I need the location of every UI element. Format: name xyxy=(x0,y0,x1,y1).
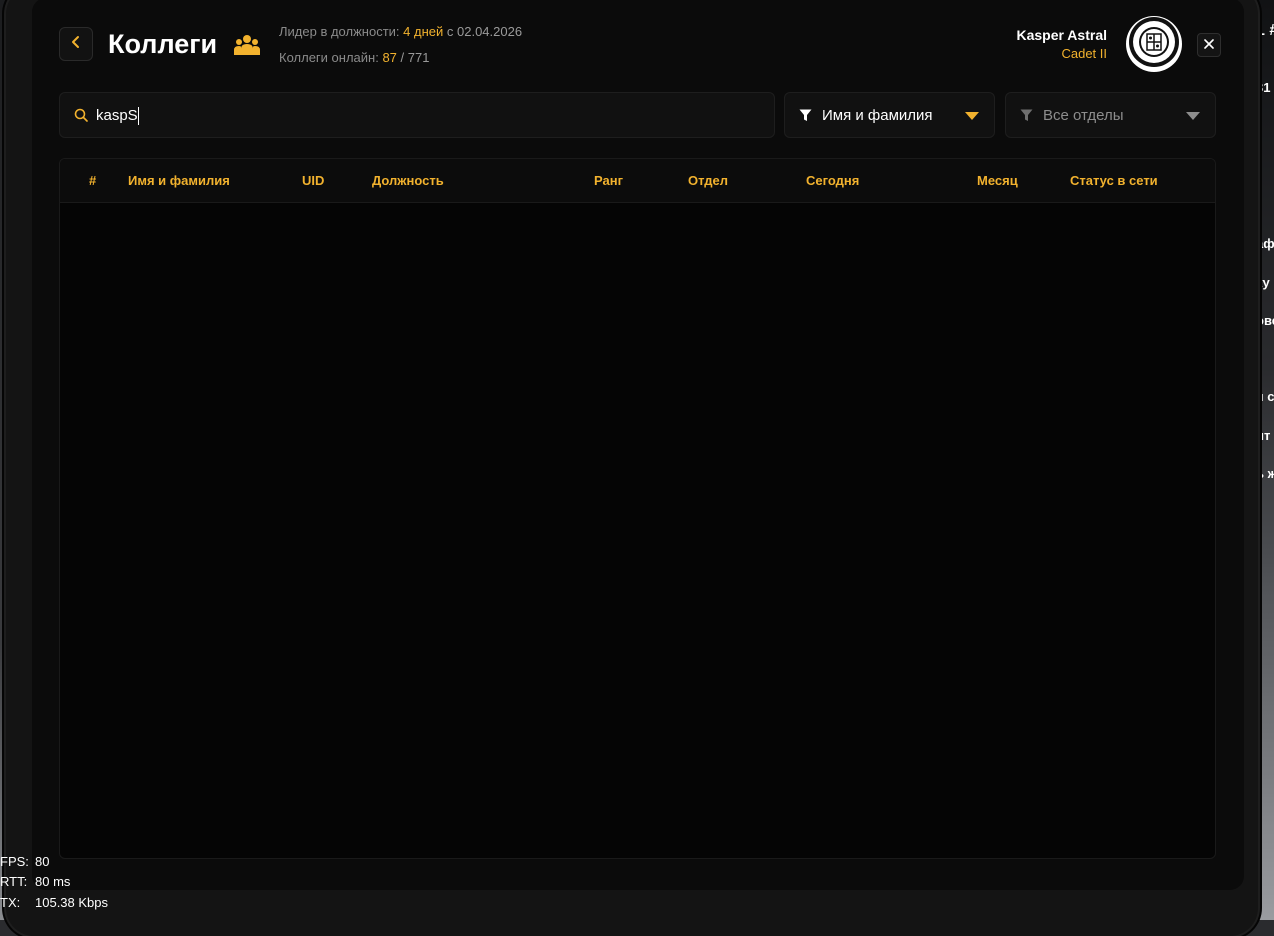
user-rank: Cadet II xyxy=(1061,46,1107,61)
group-icon xyxy=(234,34,260,61)
fps-label: FPS: xyxy=(0,854,29,869)
chevron-down-icon xyxy=(1186,112,1200,120)
text-cursor xyxy=(138,107,139,125)
sort-by-dropdown[interactable]: Имя и фамилия xyxy=(784,92,995,138)
background-right xyxy=(1256,0,1274,920)
background-right-text: ове xyxy=(1256,313,1274,328)
leader-label: Лидер в должности: xyxy=(279,24,400,39)
user-name: Kasper Astral xyxy=(1016,27,1107,43)
column-header-uid[interactable]: UID xyxy=(302,173,324,188)
column-header-online-status[interactable]: Статус в сети xyxy=(1070,173,1158,188)
background-right-text: ку xyxy=(1256,275,1270,290)
column-header-name[interactable]: Имя и фамилия xyxy=(128,173,230,188)
chevron-down-icon xyxy=(965,112,979,120)
background-right-text: ит xyxy=(1256,428,1271,443)
department-dropdown[interactable]: Все отделы xyxy=(1005,92,1216,138)
leader-days: 4 дней xyxy=(403,24,444,39)
column-header-today[interactable]: Сегодня xyxy=(806,173,859,188)
column-header-rank[interactable]: Ранг xyxy=(594,173,623,188)
page-title: Коллеги xyxy=(108,29,218,59)
leader-info: Лидер в должности: 4 дней с 02.04.2026 xyxy=(279,24,522,40)
avatar xyxy=(1126,16,1182,72)
column-header-number[interactable]: # xyxy=(89,173,96,188)
chevron-left-icon xyxy=(69,35,83,54)
colleagues-table: # Имя и фамилия UID Должность Ранг Отдел… xyxy=(59,158,1216,859)
search-icon xyxy=(74,108,88,127)
rtt-label: RTT: xyxy=(0,874,28,889)
department-seal-icon xyxy=(1128,16,1180,73)
filter-icon xyxy=(799,109,812,127)
search-input[interactable] xyxy=(96,93,756,137)
tx-label: TX: xyxy=(0,895,21,910)
tx-stat: TX: 105.38 Kbps xyxy=(0,895,108,910)
background-right-text: 1 # xyxy=(1256,22,1274,39)
tablet-frame: Коллеги Лидер в должности: 4 дней с 02.0… xyxy=(6,0,1258,936)
rtt-stat: RTT: 80 ms xyxy=(0,874,70,889)
fps-value: 80 xyxy=(35,854,50,869)
online-info: Коллеги онлайн: 87 / 771 xyxy=(279,50,429,66)
fps-stat: FPS: 80 xyxy=(0,854,49,869)
tx-value: 105.38 Kbps xyxy=(35,895,109,910)
table-header: # Имя и фамилия UID Должность Ранг Отдел… xyxy=(60,159,1215,203)
leader-since: с 02.04.2026 xyxy=(446,24,523,39)
column-header-position[interactable]: Должность xyxy=(372,173,444,188)
online-label: Коллеги онлайн: xyxy=(279,50,379,65)
back-button[interactable] xyxy=(59,27,93,61)
sort-by-value: Имя и фамилия xyxy=(822,107,933,124)
department-value: Все отделы xyxy=(1043,107,1124,124)
close-icon xyxy=(1204,36,1214,54)
search-box[interactable] xyxy=(59,92,775,138)
online-total: / 771 xyxy=(400,50,430,65)
background-right-text: аф xyxy=(1256,236,1274,251)
background-right-text: я с xyxy=(1256,389,1274,404)
rtt-value: 80 ms xyxy=(35,874,71,889)
column-header-month[interactable]: Месяц xyxy=(977,173,1018,188)
close-button[interactable] xyxy=(1197,33,1221,57)
background-right-text: 31 xyxy=(1256,80,1271,95)
background-right-text: ь ж xyxy=(1256,466,1274,481)
colleagues-window: Коллеги Лидер в должности: 4 дней с 02.0… xyxy=(32,0,1244,890)
online-count: 87 xyxy=(382,50,397,65)
column-header-department[interactable]: Отдел xyxy=(688,173,728,188)
filter-icon xyxy=(1020,109,1033,127)
